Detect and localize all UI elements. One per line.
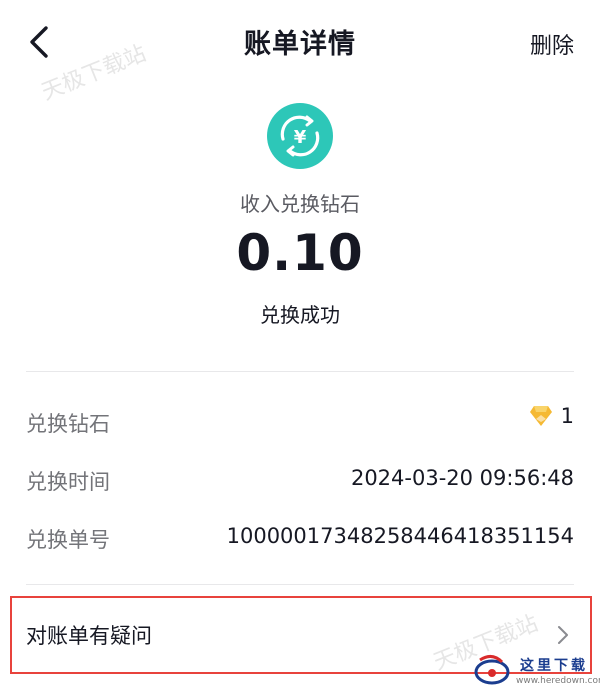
yuan-coin-icon: ¥	[267, 103, 333, 169]
brand-url: www.heredown.com	[516, 676, 600, 686]
detail-value-order-number: 100000173482584464183511​54	[226, 524, 574, 548]
svg-text:¥: ¥	[294, 127, 307, 148]
detail-label-time: 兑换时间	[26, 470, 110, 494]
detail-value-diamonds: 1	[529, 404, 574, 428]
divider	[26, 584, 574, 585]
bill-question-label: 对账单有疑问	[26, 624, 152, 648]
chevron-right-icon	[558, 626, 568, 644]
status-text: 兑换成功	[260, 303, 340, 327]
detail-value-time: 2024-03-20 09:56:48	[350, 466, 574, 490]
divider	[26, 371, 574, 372]
transaction-type: 收入兑换钻石	[240, 192, 360, 216]
delete-button[interactable]: 删除	[530, 28, 574, 60]
diamond-icon	[529, 406, 552, 426]
detail-label-diamonds: 兑换钻石	[26, 412, 110, 436]
diamond-count: 1	[560, 404, 574, 428]
amount-value: 0.10	[236, 224, 364, 282]
detail-label-order-number: 兑换单号	[26, 528, 110, 552]
brand-name: 这里下载	[520, 658, 588, 674]
